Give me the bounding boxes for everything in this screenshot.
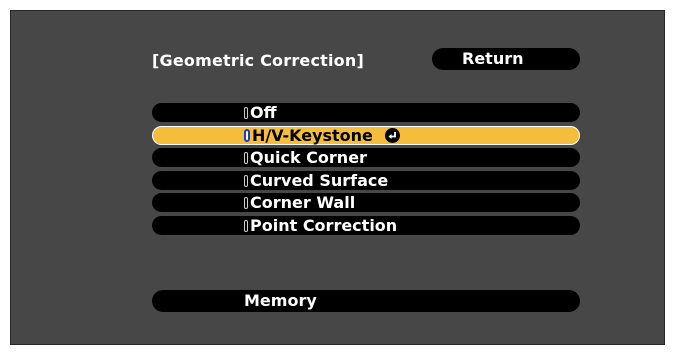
radio-icon	[244, 197, 248, 209]
radio-icon	[244, 107, 248, 119]
radio-icon	[244, 174, 248, 187]
return-button[interactable]: Return	[432, 48, 580, 70]
option-curved-surface[interactable]: Curved Surface	[152, 170, 580, 190]
option-hv-keystone[interactable]: H/V-Keystone	[152, 125, 580, 145]
option-corner-wall[interactable]: Corner Wall	[152, 193, 580, 212]
option-label: Corner Wall	[250, 193, 356, 212]
radio-icon	[244, 219, 248, 232]
radio-icon	[244, 152, 248, 164]
option-label: Quick Corner	[250, 148, 367, 167]
option-label: H/V-Keystone	[252, 125, 373, 145]
projector-menu-screen: [Geometric Correction] Return Off H/V-Ke…	[10, 10, 665, 345]
option-label: Point Correction	[250, 215, 398, 235]
enter-icon	[384, 127, 400, 143]
option-label: Off	[250, 103, 277, 122]
page-title: [Geometric Correction]	[152, 50, 364, 70]
correction-options-list: Off H/V-Keystone Quick Corner Curved Sur…	[152, 103, 580, 238]
radio-selected-icon	[244, 128, 250, 142]
menu-header: [Geometric Correction]	[152, 47, 364, 73]
option-point-correction[interactable]: Point Correction	[152, 215, 580, 235]
option-off[interactable]: Off	[152, 103, 580, 122]
memory-button[interactable]: Memory	[152, 290, 580, 312]
option-quick-corner[interactable]: Quick Corner	[152, 148, 580, 167]
option-label: Curved Surface	[250, 170, 389, 190]
